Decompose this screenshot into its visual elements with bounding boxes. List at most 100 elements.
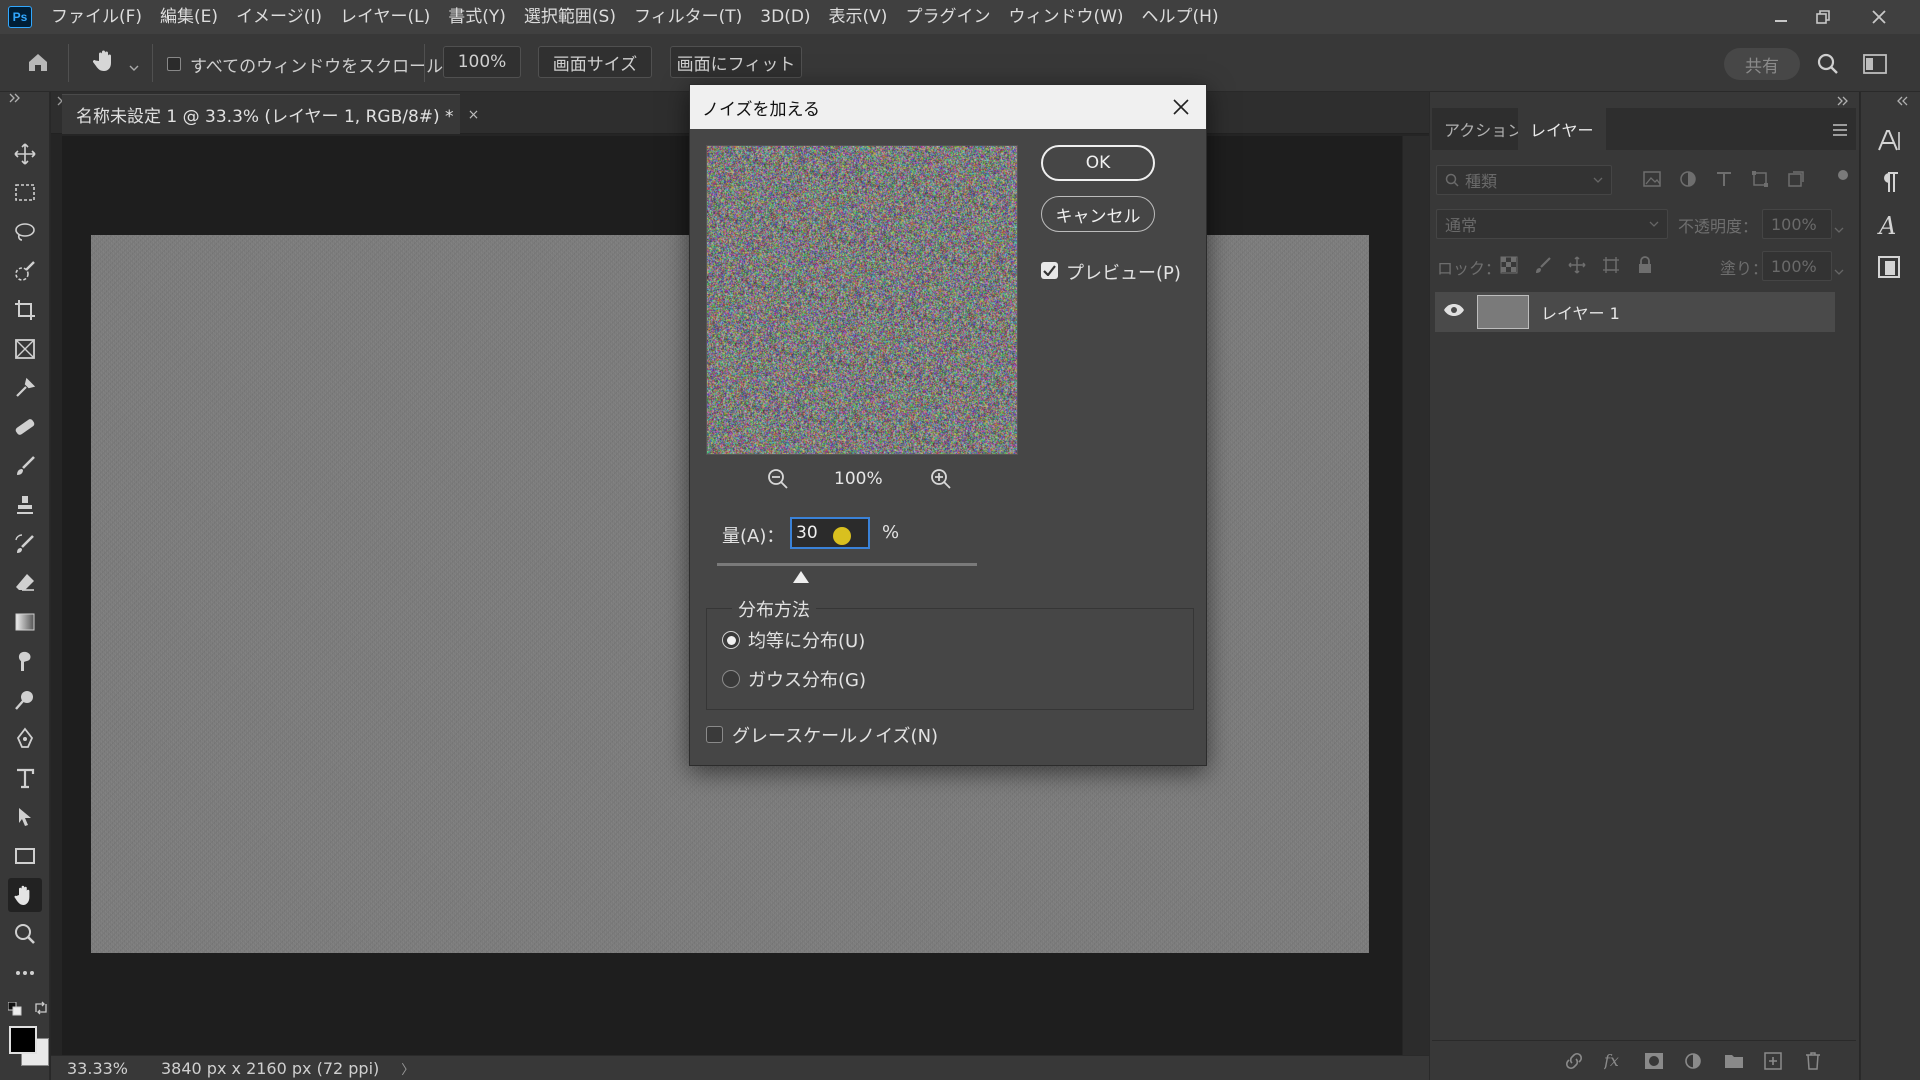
new-group-button[interactable] [1724, 1052, 1744, 1074]
zoom-tool[interactable] [8, 917, 42, 951]
strip-collapse-icon[interactable] [1896, 92, 1910, 111]
blend-mode-select[interactable]: 通常 [1436, 209, 1668, 239]
type-tool[interactable] [8, 761, 42, 795]
menu-file[interactable]: ファイル(F) [42, 0, 151, 34]
menu-help[interactable]: ヘルプ(H) [1133, 0, 1228, 34]
delete-layer-button[interactable] [1804, 1051, 1822, 1075]
amount-slider-track[interactable] [717, 563, 977, 566]
screen-size-button[interactable]: 画面サイズ [538, 46, 652, 78]
grayscale-noise-checkbox[interactable] [706, 726, 723, 743]
workspace-button[interactable] [1862, 52, 1888, 80]
filter-smart-object-icon[interactable] [1787, 170, 1805, 192]
layer-style-button[interactable]: fx [1603, 1050, 1624, 1074]
document-tab[interactable]: 名称未設定 1 @ 33.3% (レイヤー 1, RGB/8#) * × [62, 94, 479, 134]
close-window-button[interactable] [1858, 0, 1900, 34]
share-button[interactable]: 共有 [1724, 48, 1800, 80]
filter-adjustment-icon[interactable] [1679, 170, 1697, 192]
marquee-tool[interactable] [8, 176, 42, 210]
scroll-all-windows-checkbox[interactable] [167, 57, 181, 71]
filter-type-icon[interactable] [1715, 170, 1733, 192]
noise-preview[interactable] [706, 145, 1018, 455]
eraser-tool[interactable] [8, 566, 42, 600]
lasso-tool[interactable] [8, 215, 42, 249]
glyphs-panel-button[interactable]: A [1877, 212, 1903, 242]
new-layer-button[interactable] [1764, 1052, 1782, 1074]
history-brush-tool[interactable] [8, 527, 42, 561]
layer-visibility-toggle[interactable] [1443, 302, 1465, 322]
eyedropper-tool[interactable] [8, 371, 42, 405]
clone-stamp-tool[interactable] [8, 488, 42, 522]
gradient-tool[interactable] [8, 605, 42, 639]
menu-image[interactable]: イメージ(I) [227, 0, 331, 34]
layer-row[interactable]: レイヤー 1 [1435, 292, 1835, 332]
fill-input[interactable]: 100% [1762, 251, 1832, 281]
character-panel-button[interactable] [1877, 128, 1903, 158]
status-zoom[interactable]: 33.33% [67, 1059, 147, 1078]
fit-screen-button[interactable]: 画面にフィット [670, 46, 802, 78]
status-menu-arrow[interactable]: 〉 [401, 1059, 414, 1078]
layer-filter-search[interactable]: 種類 [1436, 165, 1612, 195]
adjustment-layer-button[interactable] [1684, 1052, 1702, 1074]
menu-plugins[interactable]: プラグイン [896, 0, 999, 34]
opacity-dropdown[interactable] [1834, 219, 1844, 238]
toolbar-collapse-icon[interactable] [8, 92, 22, 107]
menu-select[interactable]: 選択範囲(S) [515, 0, 625, 34]
rectangle-tool[interactable] [8, 839, 42, 873]
dialog-close-button[interactable] [1156, 85, 1206, 129]
preview-zoom-in-button[interactable] [930, 468, 952, 494]
paragraph-panel-button[interactable] [1879, 170, 1901, 198]
restore-button[interactable] [1802, 0, 1844, 34]
healing-brush-tool[interactable] [8, 410, 42, 444]
path-selection-tool[interactable] [8, 800, 42, 834]
menu-filter[interactable]: フィルター(T) [625, 0, 751, 34]
lock-transparent-button[interactable] [1500, 256, 1518, 278]
default-colors-button[interactable] [7, 1001, 22, 1020]
amount-input[interactable]: 30 [790, 517, 870, 549]
menu-layer[interactable]: レイヤー(L) [331, 0, 439, 34]
preview-zoom-out-button[interactable] [767, 468, 789, 494]
minimize-button[interactable] [1760, 0, 1802, 34]
crop-tool[interactable] [8, 293, 42, 327]
dodge-tool[interactable] [8, 683, 42, 717]
hand-tool-preset-button[interactable] [92, 48, 118, 78]
quick-selection-tool[interactable] [8, 254, 42, 288]
foreground-color-swatch[interactable] [9, 1026, 37, 1054]
dialog-title-bar[interactable]: ノイズを加える [690, 85, 1206, 129]
lock-pixels-button[interactable] [1534, 256, 1552, 278]
menu-type[interactable]: 書式(Y) [439, 0, 515, 34]
zoom-100-button[interactable]: 100% [443, 46, 521, 78]
link-layers-button[interactable] [1564, 1052, 1584, 1074]
home-button[interactable] [26, 50, 50, 78]
panel-menu-button[interactable] [1832, 122, 1848, 141]
filter-pixel-icon[interactable] [1643, 170, 1661, 192]
fill-dropdown[interactable] [1834, 261, 1844, 280]
menu-view[interactable]: 表示(V) [820, 0, 897, 34]
lock-all-button[interactable] [1636, 256, 1654, 278]
lock-artboard-button[interactable] [1602, 256, 1620, 278]
smudge-tool[interactable] [8, 644, 42, 678]
filter-toggle[interactable] [1838, 170, 1848, 180]
menu-edit[interactable]: 編集(E) [151, 0, 227, 34]
tab-layers[interactable]: レイヤー [1518, 108, 1606, 150]
opacity-input[interactable]: 100% [1762, 209, 1832, 239]
menu-window[interactable]: ウィンドウ(W) [999, 0, 1132, 34]
swap-colors-button[interactable] [33, 1000, 49, 1020]
libraries-panel-button[interactable] [1877, 254, 1903, 284]
filter-shape-icon[interactable] [1751, 170, 1769, 192]
frame-tool[interactable] [8, 332, 42, 366]
move-tool[interactable] [8, 137, 42, 171]
hand-tool[interactable] [8, 878, 42, 912]
cancel-button[interactable]: キャンセル [1041, 196, 1155, 232]
uniform-radio[interactable] [722, 631, 740, 649]
more-tools-button[interactable] [8, 956, 42, 990]
menu-3d[interactable]: 3D(D) [751, 0, 819, 34]
search-button[interactable] [1816, 52, 1840, 80]
gaussian-radio[interactable] [722, 670, 740, 688]
ok-button[interactable]: OK [1041, 145, 1155, 181]
preset-dropdown[interactable] [128, 58, 140, 77]
pen-tool[interactable] [8, 722, 42, 756]
preview-checkbox[interactable] [1041, 262, 1058, 279]
lock-position-button[interactable] [1568, 256, 1586, 278]
amount-slider-thumb[interactable] [793, 571, 809, 583]
add-mask-button[interactable] [1644, 1052, 1664, 1074]
